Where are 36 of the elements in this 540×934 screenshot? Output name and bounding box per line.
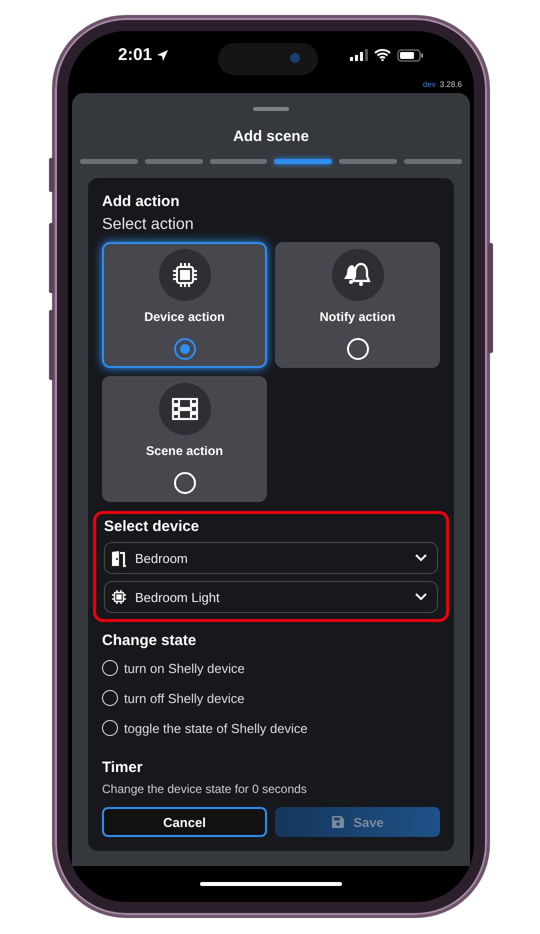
cancel-button[interactable]: Cancel — [102, 807, 267, 837]
section-heading: Change state — [102, 632, 198, 649]
chip-icon — [170, 261, 198, 289]
build-channel: dev — [422, 80, 436, 91]
chevron-down-icon — [415, 554, 427, 562]
section-subheading: Select action — [102, 216, 195, 234]
option-label: turn on Shelly device — [124, 660, 245, 676]
action-option-card[interactable]: Scene action — [102, 376, 267, 502]
action-label: Device action — [144, 310, 225, 324]
section-heading: Add action — [102, 193, 180, 210]
action-option-card[interactable]: Device action — [102, 242, 267, 368]
drag-handle[interactable] — [253, 107, 289, 111]
sheet-title: Add scene — [233, 128, 309, 145]
action-label: Scene action — [146, 444, 224, 458]
timer-description: Change the device state for 0 seconds — [102, 782, 308, 796]
dropdown[interactable]: Bedroom — [104, 542, 438, 574]
wifi-icon — [374, 49, 391, 61]
dropdown[interactable]: Bedroom Light — [104, 581, 438, 613]
radio-button[interactable] — [174, 338, 196, 360]
location-arrow-icon — [156, 48, 170, 62]
home-indicator[interactable] — [200, 882, 342, 886]
action-label: Notify action — [320, 310, 396, 324]
version-number: 3.28.6 — [440, 80, 462, 91]
film-icon — [170, 395, 200, 423]
signal-icon — [350, 49, 368, 61]
chip-icon — [111, 589, 127, 605]
bells-icon — [342, 261, 372, 289]
section-heading: Timer — [102, 759, 144, 776]
status-time: 2:01 — [118, 45, 152, 65]
battery-icon — [397, 48, 424, 62]
option-label: toggle the state of Shelly device — [124, 720, 308, 736]
section-heading: Select device — [104, 518, 200, 535]
door-icon — [111, 550, 127, 566]
chevron-down-icon — [415, 593, 427, 601]
option-label: turn off Shelly device — [124, 690, 244, 706]
action-option-card[interactable]: Notify action — [275, 242, 440, 368]
